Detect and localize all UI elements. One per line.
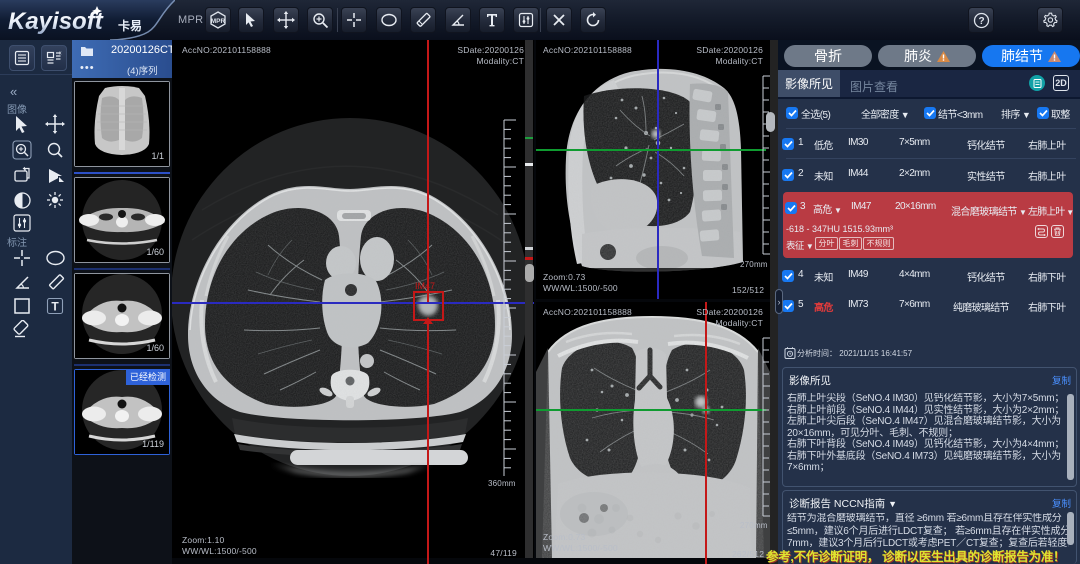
svg-text:MPR: MPR <box>211 18 226 25</box>
svg-text:x: x <box>59 51 62 57</box>
svg-text:?: ? <box>978 16 984 27</box>
svg-text:卡易: 卡易 <box>118 18 142 33</box>
svg-text:Kayisoft: Kayisoft <box>8 8 104 35</box>
svg-text:T: T <box>51 300 59 314</box>
